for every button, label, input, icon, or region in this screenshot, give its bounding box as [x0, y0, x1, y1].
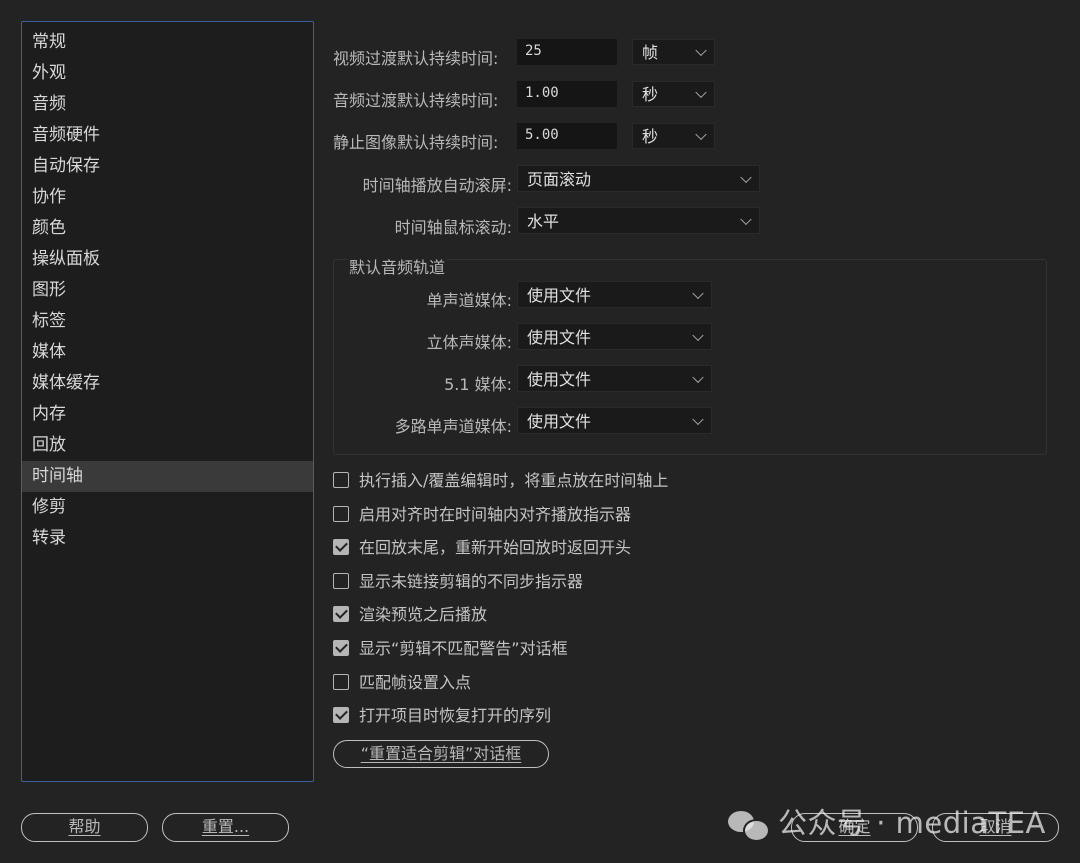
checkbox-unchecked[interactable] [333, 674, 349, 690]
video-transition-unit-dropdown[interactable]: 帧 [632, 39, 715, 65]
chevron-down-icon [740, 171, 752, 183]
surround-media-value: 使用文件 [527, 370, 592, 389]
sidebar-item[interactable]: 操纵面板 [22, 244, 313, 275]
sidebar-item[interactable]: 时间轴 [22, 461, 313, 492]
surround-media-label: 5.1 媒体: [444, 375, 512, 394]
checkbox-checked[interactable] [333, 539, 349, 555]
video-transition-duration-input[interactable]: 25 [517, 39, 617, 65]
still-image-duration-input[interactable]: 5.00 [517, 123, 617, 149]
default-audio-tracks-title: 默认音频轨道 [347, 254, 448, 278]
sidebar-item[interactable]: 标签 [22, 306, 313, 337]
option-label: 匹配帧设置入点 [359, 673, 472, 692]
mouse-scroll-dropdown[interactable]: 水平 [517, 207, 760, 234]
sidebar-item[interactable]: 媒体 [22, 337, 313, 368]
reset-button-label: 重置... [201, 817, 250, 836]
wechat-logo-icon [728, 809, 770, 842]
sidebar-item[interactable]: 转录 [22, 523, 313, 554]
sidebar-item[interactable]: 自动保存 [22, 151, 313, 182]
checkbox-unchecked[interactable] [333, 506, 349, 522]
checkbox-checked[interactable] [333, 640, 349, 656]
playback-autoscroll-dropdown[interactable]: 页面滚动 [517, 165, 760, 192]
stereo-media-label: 立体声媒体: [426, 333, 512, 352]
help-button[interactable]: 帮助 [21, 813, 148, 842]
option-label: 在回放末尾，重新开始回放时返回开头 [359, 538, 632, 557]
checkbox-unchecked[interactable] [333, 472, 349, 488]
sidebar-item[interactable]: 常规 [22, 27, 313, 58]
checkbox-checked[interactable] [333, 707, 349, 723]
mono-media-value: 使用文件 [527, 286, 592, 305]
mouse-scroll-label: 时间轴鼠标滚动: [394, 218, 512, 237]
sidebar-item[interactable]: 外观 [22, 58, 313, 89]
preferences-category-list: 常规 外观 音频 音频硬件 自动保存 协作 颜色 操纵面板 图形 标签 媒体 媒体缓存 内存 回放 时间轴修… [21, 21, 314, 782]
reset-button[interactable]: 重置... [162, 813, 289, 842]
sidebar-item[interactable]: 协作 [22, 182, 313, 213]
sidebar-item[interactable]: 修剪 [22, 492, 313, 523]
multimono-media-label: 多路单声道媒体: [394, 417, 512, 436]
chevron-down-icon [695, 128, 707, 141]
chevron-down-icon [740, 213, 752, 225]
still-image-duration-label: 静止图像默认持续时间: [333, 133, 499, 152]
option-label: 显示未链接剪辑的不同步指示器 [359, 572, 584, 591]
chevron-down-icon [695, 86, 707, 99]
still-image-unit-dropdown[interactable]: 秒 [632, 123, 715, 149]
help-button-label: 帮助 [68, 817, 101, 836]
audio-transition-unit-dropdown[interactable]: 秒 [632, 81, 715, 107]
watermark: 公众号 · mediaTEA [728, 800, 1046, 842]
playback-autoscroll-label: 时间轴播放自动滚屏: [362, 176, 512, 195]
video-transition-unit-value: 帧 [642, 43, 659, 62]
chevron-down-icon [692, 329, 704, 341]
reset-fit-clip-dialog-button[interactable]: “重置适合剪辑”对话框 [333, 740, 549, 768]
sidebar-item[interactable]: 音频硬件 [22, 120, 313, 151]
option-label: 渲染预览之后播放 [359, 605, 488, 624]
stereo-media-dropdown[interactable]: 使用文件 [517, 323, 712, 350]
audio-transition-duration-label: 音频过渡默认持续时间: [333, 91, 499, 110]
mono-media-label: 单声道媒体: [426, 291, 512, 310]
still-image-unit-value: 秒 [642, 127, 659, 146]
checkbox-checked[interactable] [333, 606, 349, 622]
multimono-media-dropdown[interactable]: 使用文件 [517, 407, 712, 434]
reset-fit-clip-dialog-label: “重置适合剪辑”对话框 [360, 744, 522, 763]
sidebar-item[interactable]: 图形 [22, 275, 313, 306]
video-transition-duration-label: 视频过渡默认持续时间: [333, 49, 499, 68]
stereo-media-value: 使用文件 [527, 328, 592, 347]
option-label: 显示“剪辑不匹配警告”对话框 [359, 639, 568, 658]
sidebar-item[interactable]: 回放 [22, 430, 313, 461]
chevron-down-icon [692, 371, 704, 383]
audio-transition-duration-input[interactable]: 1.00 [517, 81, 617, 107]
sidebar-item[interactable]: 内存 [22, 399, 313, 430]
surround-media-dropdown[interactable]: 使用文件 [517, 365, 712, 392]
chevron-down-icon [692, 413, 704, 425]
option-label: 打开项目时恢复打开的序列 [359, 706, 552, 725]
multimono-media-value: 使用文件 [527, 412, 592, 431]
sidebar-item[interactable]: 媒体缓存 [22, 368, 313, 399]
chevron-down-icon [695, 44, 707, 57]
checkbox-unchecked[interactable] [333, 573, 349, 589]
mouse-scroll-value: 水平 [527, 212, 560, 231]
sidebar-item[interactable]: 音频 [22, 89, 313, 120]
playback-autoscroll-value: 页面滚动 [527, 170, 592, 189]
option-label: 执行插入/覆盖编辑时，将重点放在时间轴上 [359, 471, 669, 490]
mono-media-dropdown[interactable]: 使用文件 [517, 281, 712, 308]
chevron-down-icon [692, 287, 704, 299]
sidebar-item[interactable]: 颜色 [22, 213, 313, 244]
option-label: 启用对齐时在时间轴内对齐播放指示器 [359, 505, 632, 524]
audio-transition-unit-value: 秒 [642, 85, 659, 104]
watermark-text: 公众号 · mediaTEA [778, 806, 1046, 840]
